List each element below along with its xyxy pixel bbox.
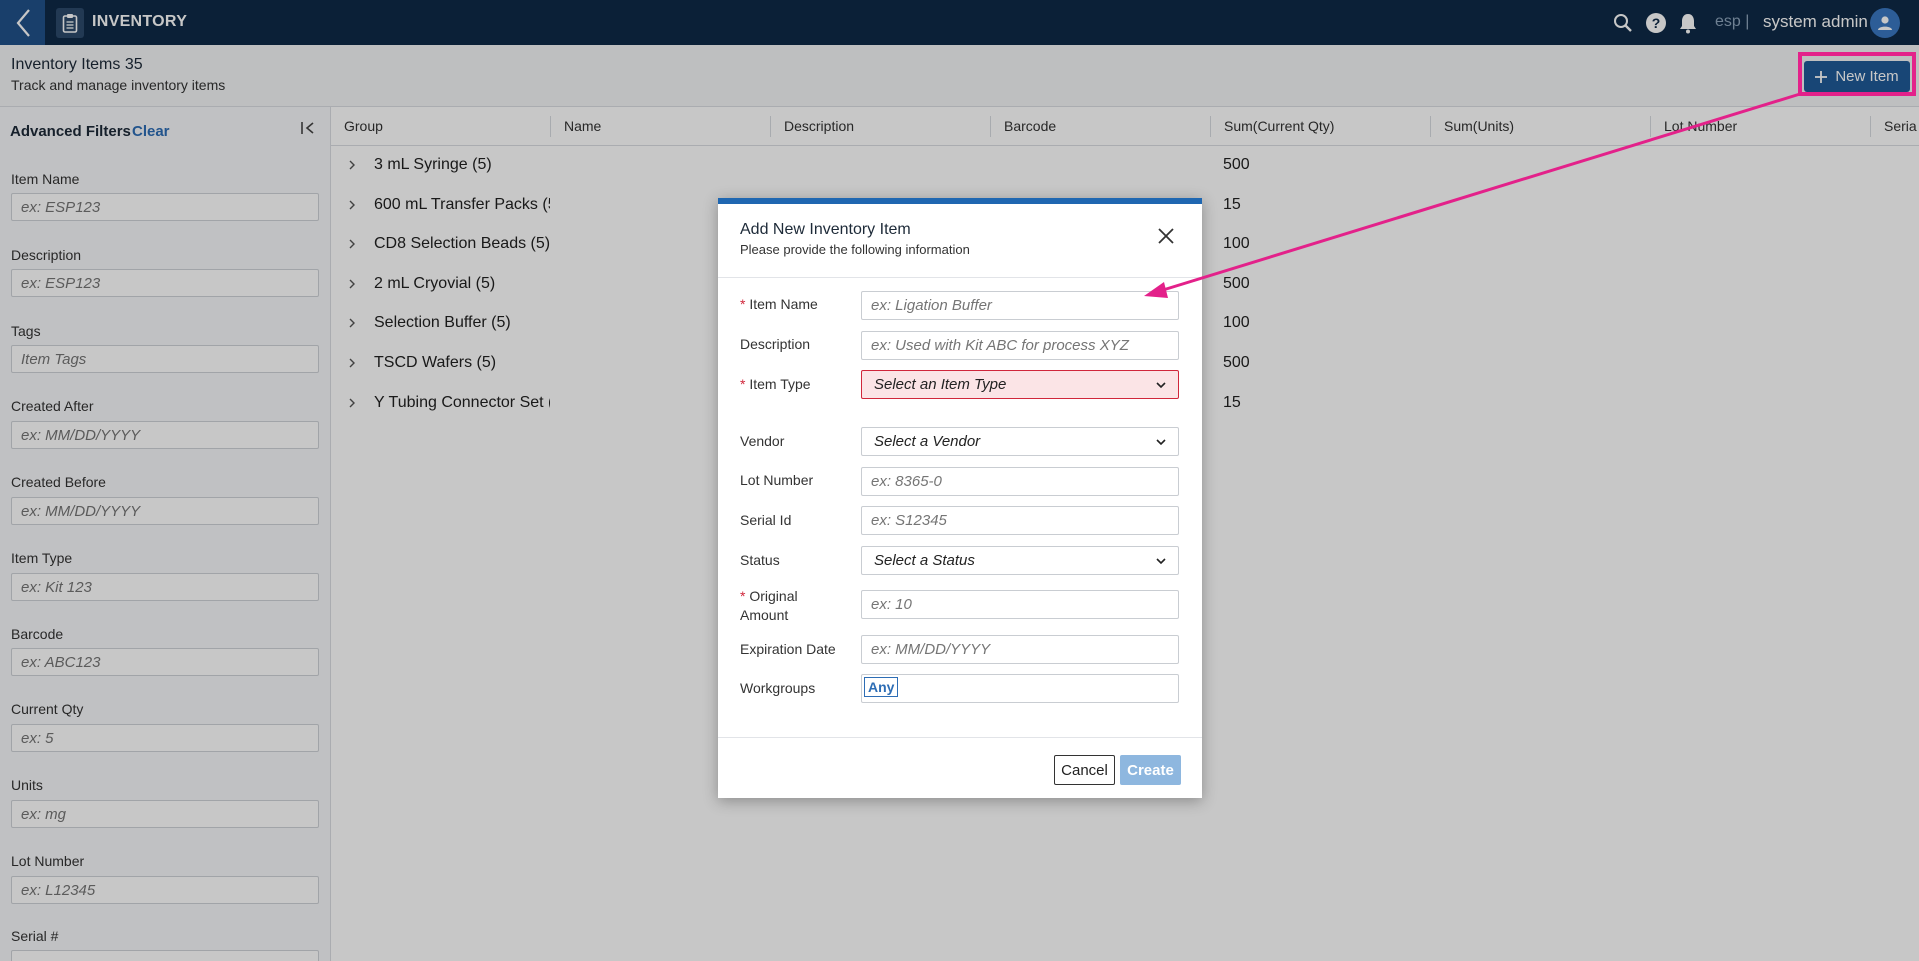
vendor-label: Vendor [740, 433, 785, 449]
required-mark: * [740, 376, 746, 392]
serial-id-input[interactable] [861, 506, 1179, 535]
status-value: Select a Status [874, 552, 975, 569]
workgroups-label: Workgroups [740, 680, 816, 696]
divider [718, 277, 1202, 278]
annotation-highlight-box [1798, 52, 1916, 96]
add-item-dialog: Add New Inventory Item Please provide th… [718, 198, 1202, 798]
required-mark: * [740, 588, 746, 604]
description-input[interactable] [861, 331, 1179, 360]
item-name-input[interactable] [861, 291, 1179, 320]
create-button[interactable]: Create [1120, 755, 1181, 785]
expiration-date-label: Expiration Date [740, 641, 836, 657]
dialog-subtitle: Please provide the following information [740, 242, 970, 257]
serial-id-label: Serial Id [740, 512, 792, 528]
original-amount-input[interactable] [861, 590, 1179, 619]
vendor-select[interactable]: Select a Vendor [861, 427, 1179, 456]
dialog-title: Add New Inventory Item [740, 221, 911, 238]
item-name-label: * Item Name [740, 296, 818, 312]
divider [718, 737, 1202, 738]
status-select[interactable]: Select a Status [861, 546, 1179, 575]
workgroup-chip[interactable]: Any [864, 677, 899, 697]
expiration-date-input[interactable] [861, 635, 1179, 664]
cancel-button[interactable]: Cancel [1054, 755, 1115, 785]
close-icon[interactable] [1156, 226, 1176, 246]
required-mark: * [740, 296, 746, 312]
item-type-select[interactable]: Select an Item Type [861, 370, 1179, 399]
status-label: Status [740, 552, 780, 568]
item-type-label: * Item Type [740, 376, 811, 392]
chevron-down-icon [1156, 557, 1166, 564]
item-type-value: Select an Item Type [874, 376, 1007, 393]
description-label: Description [740, 336, 811, 352]
chevron-down-icon [1156, 381, 1166, 388]
original-amount-label: * Original Amount [740, 588, 798, 623]
vendor-value: Select a Vendor [874, 433, 981, 450]
lot-number-label: Lot Number [740, 472, 814, 488]
lot-number-input[interactable] [861, 467, 1179, 496]
chevron-down-icon [1156, 438, 1166, 445]
workgroups-multiselect[interactable]: Any [861, 674, 1179, 703]
